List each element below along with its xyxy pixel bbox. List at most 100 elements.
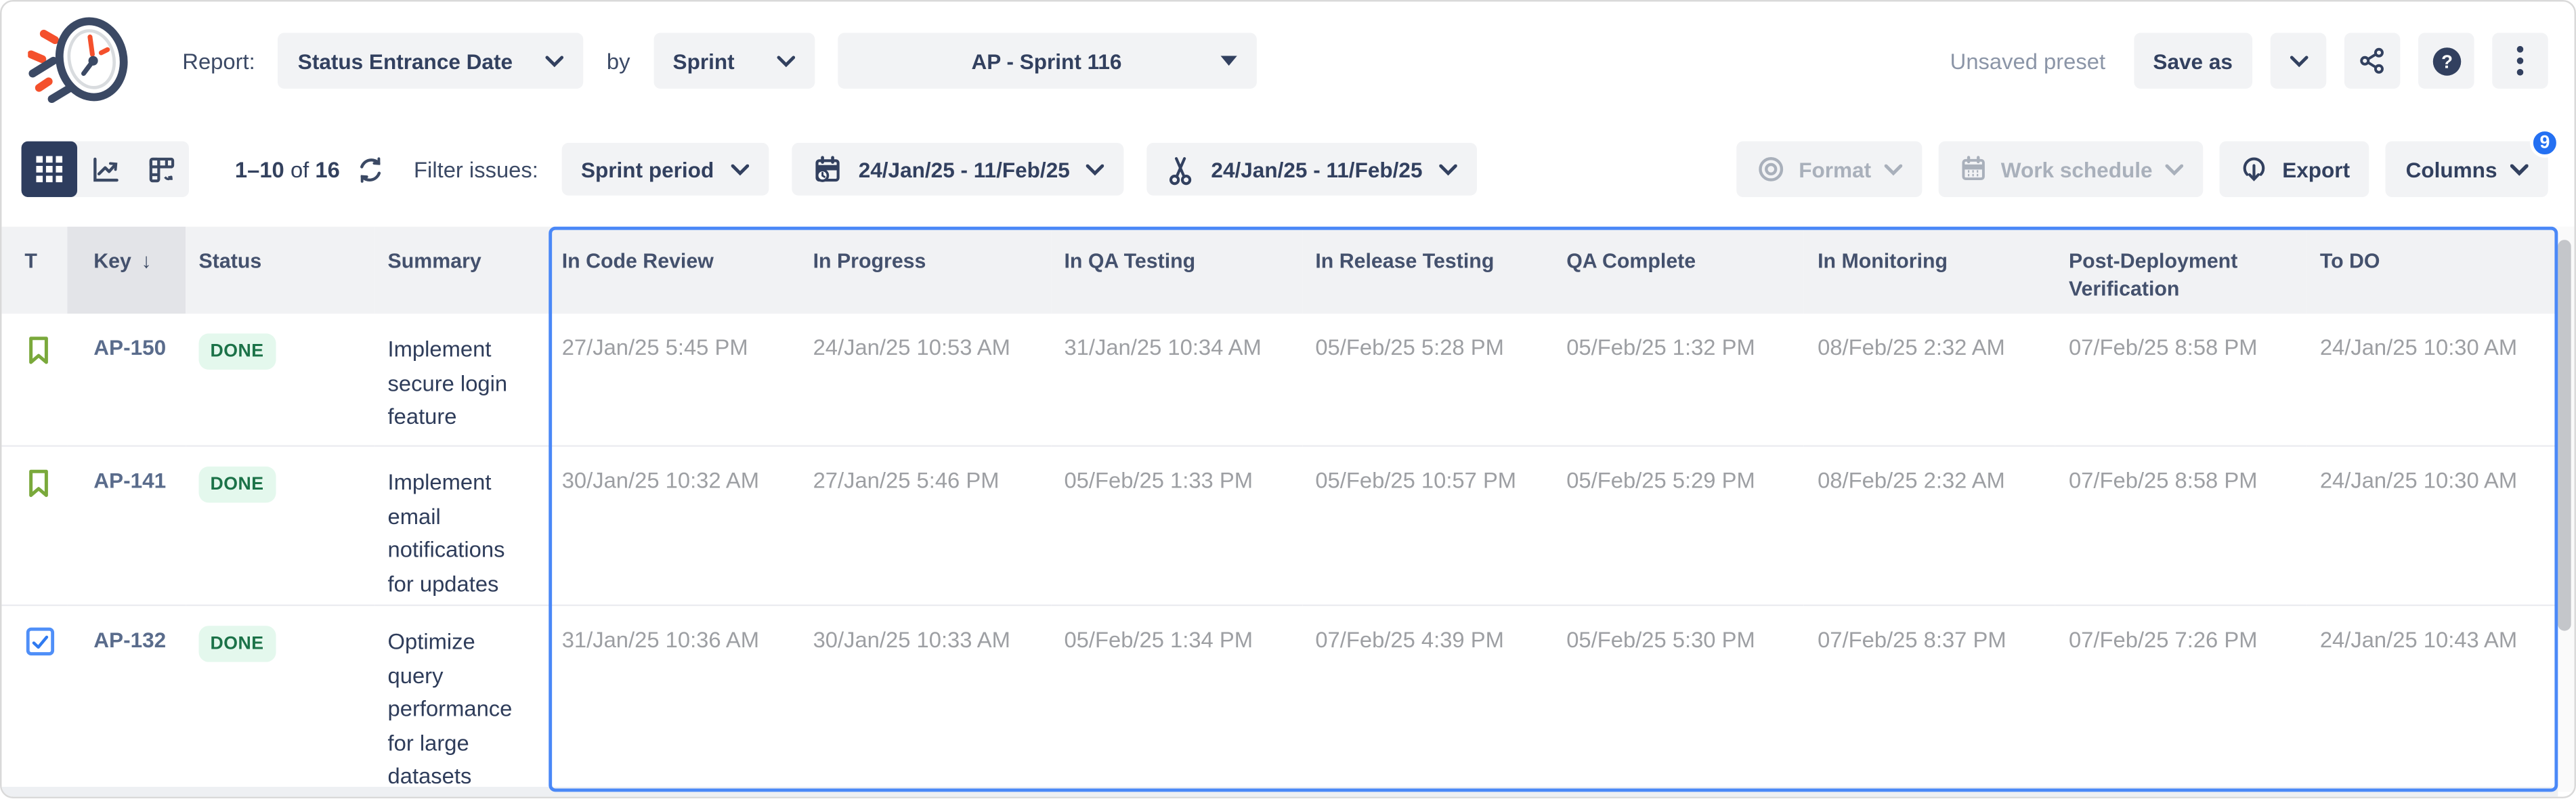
column-header-status[interactable]: Status: [186, 227, 374, 314]
save-as-button[interactable]: Save as: [2133, 33, 2252, 89]
chevron-down-icon: [546, 55, 564, 66]
column-header-type[interactable]: T: [1, 227, 67, 314]
date-cell: 24/Jan/25 10:30 AM: [2306, 314, 2558, 447]
date-cell: 08/Feb/25 2:32 AM: [1805, 314, 2056, 447]
share-button[interactable]: [2344, 33, 2400, 89]
checkbox-checked-icon[interactable]: [26, 628, 54, 655]
work-schedule-label: Work schedule: [2001, 157, 2153, 181]
help-button[interactable]: ?: [2418, 33, 2474, 89]
date-cell: 07/Feb/25 8:58 PM: [2056, 314, 2307, 447]
view-switcher: [22, 142, 189, 197]
chevron-down-icon: [2166, 163, 2184, 175]
report-label: Report:: [182, 49, 255, 73]
scrollbar-thumb[interactable]: [2558, 240, 2571, 630]
date-cell: 08/Feb/25 2:32 AM: [1805, 447, 2056, 606]
format-dropdown[interactable]: Format: [1736, 142, 1922, 197]
date-cell: 07/Feb/25 4:39 PM: [1302, 606, 1553, 792]
save-as-label: Save as: [2153, 49, 2233, 73]
status-entrance-date: 30/Jan/25 10:32 AM: [562, 468, 759, 492]
group-by-dropdown[interactable]: Sprint: [653, 33, 814, 89]
column-header-in-progress[interactable]: In Progress: [800, 227, 1051, 314]
issue-key-cell: AP-141: [67, 447, 186, 606]
work-schedule-dropdown[interactable]: Work schedule: [1939, 142, 2204, 197]
issue-summary: Optimize query performance for large dat…: [388, 629, 513, 788]
issue-key-link[interactable]: AP-132: [93, 628, 166, 652]
status-entrance-date: 31/Jan/25 10:36 AM: [562, 628, 759, 652]
issue-count: 1–10 of 16: [235, 157, 340, 181]
sprint-period-dropdown[interactable]: 24/Jan/25 - 11/Feb/25: [791, 143, 1124, 196]
date-cell: 07/Feb/25 7:26 PM: [2056, 606, 2307, 792]
columns-dropdown[interactable]: Columns 9: [2386, 142, 2548, 197]
column-header-in-monitoring[interactable]: In Monitoring: [1805, 227, 2056, 314]
count-range: 1–10: [235, 157, 284, 181]
columns-count-badge: 9: [2530, 128, 2560, 158]
bookmark-icon: [26, 468, 54, 499]
date-cell: 30/Jan/25 10:33 AM: [800, 606, 1051, 792]
column-header-to-do[interactable]: To DO: [2306, 227, 2558, 314]
column-header-qa-complete[interactable]: QA Complete: [1553, 227, 1805, 314]
date-cell: 05/Feb/25 1:32 PM: [1553, 314, 1805, 447]
report-type-dropdown[interactable]: Status Entrance Date: [278, 33, 584, 89]
share-icon: [2357, 46, 2387, 76]
svg-text:?: ?: [2441, 50, 2452, 71]
column-header-in-qa-testing[interactable]: In QA Testing: [1051, 227, 1302, 314]
horizontal-scroll-track: [1, 787, 2558, 797]
date-cell: 05/Feb/25 1:33 PM: [1051, 447, 1302, 606]
trim-period-dropdown[interactable]: 24/Jan/25 - 11/Feb/25: [1147, 143, 1477, 196]
date-cell: 05/Feb/25 5:30 PM: [1553, 606, 1805, 792]
date-cell: 07/Feb/25 8:37 PM: [1805, 606, 2056, 792]
chevron-down-icon: [2510, 163, 2529, 175]
grid-view-icon: [36, 156, 62, 182]
refresh-icon: [356, 155, 384, 183]
issue-summary-cell: Optimize query performance for large dat…: [374, 606, 549, 792]
column-header-post-deployment-verification[interactable]: Post-Deployment Verification: [2056, 227, 2307, 314]
preset-status: Unsaved preset: [1950, 49, 2105, 73]
app-logo-icon: [28, 15, 129, 107]
issue-key-cell: AP-150: [67, 314, 186, 447]
issue-key-link[interactable]: AP-141: [93, 468, 166, 492]
pivot-table-icon: [146, 154, 177, 185]
line-chart-icon: [89, 154, 121, 185]
date-cell: 24/Jan/25 10:53 AM: [800, 314, 1051, 447]
status-entrance-date: 24/Jan/25 10:30 AM: [2320, 468, 2517, 492]
columns-label: Columns: [2406, 157, 2497, 181]
calendar-icon: [1958, 154, 1988, 184]
status-entrance-date: 30/Jan/25 10:33 AM: [813, 628, 1010, 652]
refresh-button[interactable]: [356, 155, 384, 183]
status-entrance-date: 05/Feb/25 1:33 PM: [1064, 468, 1253, 492]
column-header-key[interactable]: Key ↓: [67, 227, 186, 314]
status-entrance-date: 27/Jan/25 5:45 PM: [562, 335, 748, 360]
pivot-view-button[interactable]: [133, 142, 189, 197]
date-cell: 31/Jan/25 10:34 AM: [1051, 314, 1302, 447]
date-cell: 30/Jan/25 10:32 AM: [549, 447, 800, 606]
status-entrance-date: 05/Feb/25 5:29 PM: [1566, 468, 1755, 492]
date-cell: 05/Feb/25 1:34 PM: [1051, 606, 1302, 792]
date-cell: 07/Feb/25 8:58 PM: [2056, 447, 2307, 606]
column-header-in-code-review[interactable]: In Code Review: [549, 227, 800, 314]
date-cell: 05/Feb/25 10:57 PM: [1302, 447, 1553, 606]
triangle-down-icon: [1220, 56, 1236, 66]
issue-type-cell: [1, 314, 67, 447]
sprint-select-dropdown[interactable]: AP - Sprint 116: [837, 33, 1256, 89]
column-header-summary[interactable]: Summary: [374, 227, 549, 314]
issue-summary: Implement secure login feature: [388, 337, 508, 429]
top-bar-actions: Unsaved preset Save as: [1950, 33, 2548, 89]
filter-type-dropdown[interactable]: Sprint period: [561, 143, 768, 196]
column-header-in-release-testing[interactable]: In Release Testing: [1302, 227, 1553, 314]
kebab-menu-icon: [2517, 46, 2524, 76]
key-header-label: Key: [93, 248, 131, 314]
date-cell: 24/Jan/25 10:43 AM: [2306, 606, 2558, 792]
table-view-button[interactable]: [22, 142, 77, 197]
time-in-status-app: Report: Status Entrance Date by Sprint A…: [0, 0, 2576, 798]
status-entrance-date: 31/Jan/25 10:34 AM: [1064, 335, 1261, 360]
status-entrance-date: 05/Feb/25 1:34 PM: [1064, 628, 1253, 652]
export-button[interactable]: Export: [2220, 142, 2369, 197]
more-options-button[interactable]: [2492, 33, 2548, 89]
format-label: Format: [1799, 157, 1871, 181]
filter-type-value: Sprint period: [581, 157, 714, 181]
chart-view-button[interactable]: [77, 142, 133, 197]
save-options-dropdown[interactable]: [2271, 33, 2326, 89]
issue-key-link[interactable]: AP-150: [93, 335, 166, 360]
status-entrance-date: 07/Feb/25 8:58 PM: [2069, 335, 2258, 360]
date-cell: 24/Jan/25 10:30 AM: [2306, 447, 2558, 606]
